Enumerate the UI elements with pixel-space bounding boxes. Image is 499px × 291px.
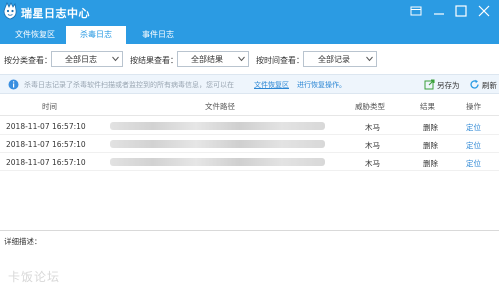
row-result: 删除 bbox=[423, 123, 438, 132]
category-filter-value: 全部日志 bbox=[65, 55, 97, 64]
table-row[interactable]: 2018-11-07 16:57:10 木马 删除 定位 bbox=[0, 153, 499, 171]
tab-antivirus-log[interactable]: 杀毒日志 bbox=[66, 26, 126, 44]
chevron-down-icon bbox=[366, 56, 373, 62]
column-header-time[interactable]: 时间 bbox=[42, 101, 57, 112]
locate-link[interactable]: 定位 bbox=[466, 158, 481, 169]
row-result: 删除 bbox=[423, 141, 438, 150]
chevron-down-icon bbox=[112, 56, 119, 62]
column-header-threat-type[interactable]: 威胁类型 bbox=[355, 101, 385, 112]
locate-link[interactable]: 定位 bbox=[466, 140, 481, 151]
column-header-result[interactable]: 结果 bbox=[420, 101, 435, 112]
table-header: 时间 文件路径 威胁类型 结果 操作 bbox=[0, 96, 499, 116]
time-filter-value: 全部记录 bbox=[318, 55, 350, 64]
time-filter-label: 按时间查看： bbox=[256, 56, 304, 65]
row-time: 2018-11-07 16:57:10 bbox=[6, 158, 86, 167]
maximize-icon[interactable] bbox=[453, 4, 469, 18]
row-threat-type: 木马 bbox=[365, 123, 380, 132]
detail-label: 详细描述： bbox=[4, 237, 42, 246]
table-row[interactable]: 2018-11-07 16:57:10 木马 删除 定位 bbox=[0, 117, 499, 135]
row-threat-type: 木马 bbox=[365, 159, 380, 168]
column-header-action[interactable]: 操作 bbox=[466, 101, 481, 112]
recovery-operation-text: 进行恢复操作。 bbox=[297, 81, 346, 89]
minimize-icon[interactable] bbox=[431, 4, 447, 18]
title-bar: 瑞星日志中心 bbox=[0, 0, 499, 24]
row-result: 删除 bbox=[423, 159, 438, 168]
row-time: 2018-11-07 16:57:10 bbox=[6, 140, 86, 149]
row-threat-type: 木马 bbox=[365, 141, 380, 150]
skin-icon[interactable] bbox=[408, 4, 424, 18]
result-filter-label: 按结果查看： bbox=[130, 56, 178, 65]
result-filter-value: 全部结果 bbox=[191, 55, 223, 64]
save-as-icon[interactable] bbox=[424, 79, 435, 90]
save-as-button[interactable]: 另存为 bbox=[437, 80, 460, 91]
refresh-icon[interactable] bbox=[469, 79, 480, 90]
category-filter-label: 按分类查看： bbox=[4, 56, 52, 65]
info-message: 杀毒日志记录了杀毒软件扫描或者监控到的所有病毒信息，您可以在 bbox=[24, 81, 234, 89]
info-bar: 杀毒日志记录了杀毒软件扫描或者监控到的所有病毒信息，您可以在 文件恢复区 进行恢… bbox=[0, 74, 499, 94]
category-filter-select[interactable]: 全部日志 bbox=[51, 51, 123, 67]
tab-file-recovery[interactable]: 文件恢复区 bbox=[6, 26, 64, 44]
tab-event-log[interactable]: 事件日志 bbox=[128, 26, 188, 44]
info-icon bbox=[8, 79, 19, 90]
app-title: 瑞星日志中心 bbox=[21, 7, 90, 20]
result-filter-select[interactable]: 全部结果 bbox=[177, 51, 249, 67]
close-icon[interactable] bbox=[476, 4, 492, 18]
filter-bar: 按分类查看： 全部日志 按结果查看： 全部结果 按时间查看： 全部记录 bbox=[0, 44, 499, 74]
app-logo-icon bbox=[3, 2, 17, 20]
row-time: 2018-11-07 16:57:10 bbox=[6, 122, 86, 131]
chevron-down-icon bbox=[238, 56, 245, 62]
column-header-file-path[interactable]: 文件路径 bbox=[205, 101, 235, 112]
file-path-redacted bbox=[110, 122, 325, 130]
tab-bar: 文件恢复区 杀毒日志 事件日志 bbox=[0, 24, 499, 44]
detail-panel: 详细描述： bbox=[0, 230, 499, 291]
refresh-button[interactable]: 刷新 bbox=[482, 80, 497, 91]
file-path-redacted bbox=[110, 158, 325, 166]
file-recovery-link[interactable]: 文件恢复区 bbox=[254, 80, 289, 90]
locate-link[interactable]: 定位 bbox=[466, 122, 481, 133]
file-path-redacted bbox=[110, 140, 325, 148]
time-filter-select[interactable]: 全部记录 bbox=[303, 51, 377, 67]
watermark: 卡饭论坛 bbox=[8, 270, 61, 284]
table-row[interactable]: 2018-11-07 16:57:10 木马 删除 定位 bbox=[0, 135, 499, 153]
